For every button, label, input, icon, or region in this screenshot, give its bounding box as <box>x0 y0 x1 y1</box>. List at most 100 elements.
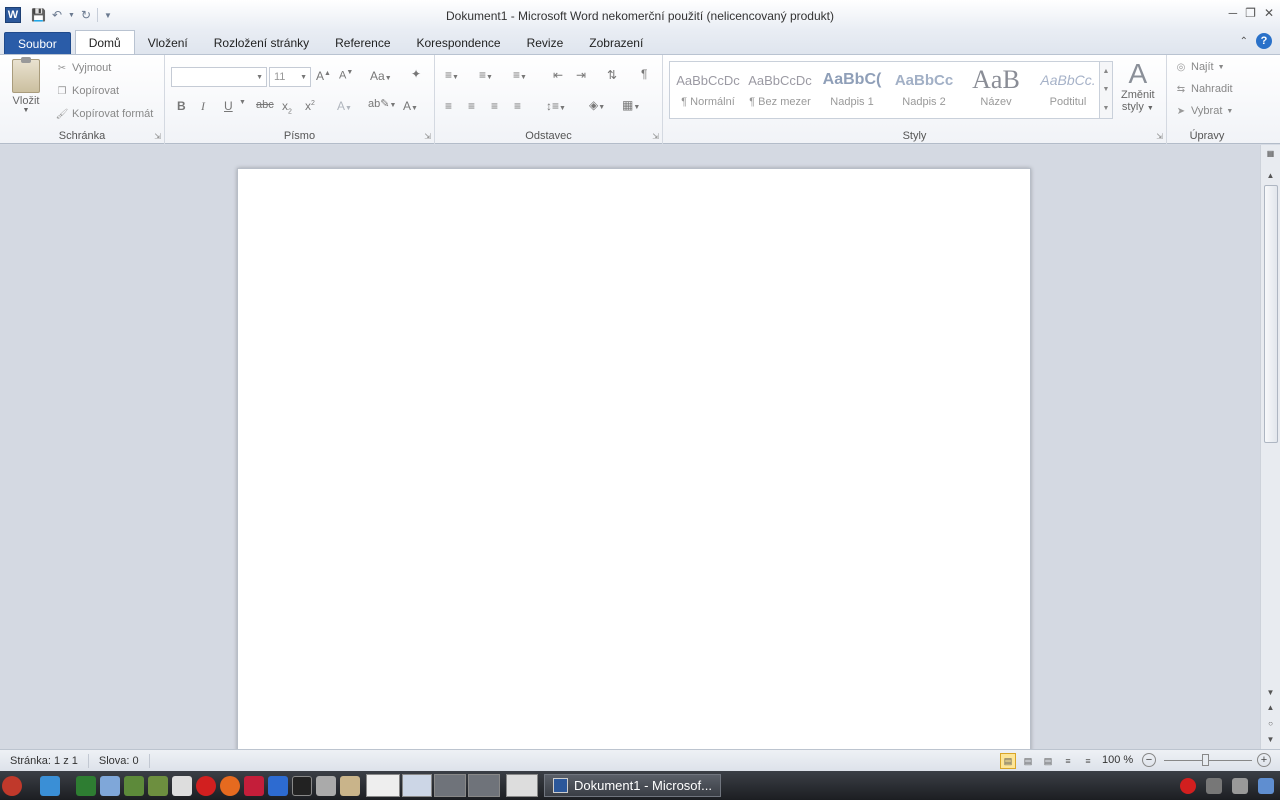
scroll-up-icon[interactable]: ▲ <box>1261 171 1280 180</box>
draft-icon[interactable]: ≡ <box>1080 753 1096 769</box>
tab-page-layout[interactable]: Rozložení stránky <box>201 32 322 54</box>
ruler-toggle-icon[interactable]: ▦ <box>1261 149 1280 158</box>
customize-qat-icon[interactable]: ▼ <box>104 11 112 20</box>
tray-network-icon[interactable] <box>1206 777 1222 794</box>
word-window-button[interactable] <box>402 774 432 797</box>
collapse-ribbon-icon[interactable]: ⌃ <box>1240 36 1248 47</box>
browse-object-icon[interactable]: ○ <box>1261 719 1280 728</box>
outline-icon[interactable]: ≡ <box>1060 753 1076 769</box>
scroll-down-icon[interactable]: ▼ <box>1261 688 1280 697</box>
vertical-scrollbar[interactable]: ▦ ▲ ▼ ▲ ○ ▼ <box>1260 145 1280 749</box>
cut-button[interactable]: ✂ Vyjmout <box>56 62 112 74</box>
style-heading-1[interactable]: AaBbC( Nadpis 1 <box>818 64 886 116</box>
font-launcher-icon[interactable]: ⇲ <box>424 132 431 141</box>
copy-button[interactable]: ❐ Kopírovat <box>56 85 120 97</box>
zoom-out-icon[interactable]: − <box>1142 753 1156 767</box>
scrollbar-thumb[interactable] <box>1264 185 1278 443</box>
tab-insert[interactable]: Vložení <box>135 32 201 54</box>
word-app-icon[interactable]: W <box>5 7 21 23</box>
tab-references[interactable]: Reference <box>322 32 403 54</box>
multilevel-list-icon[interactable]: ≡▼ <box>513 68 527 82</box>
minimize-icon[interactable]: ─ <box>1229 6 1238 20</box>
app-icon[interactable] <box>244 775 264 796</box>
styles-launcher-icon[interactable]: ⇲ <box>1156 132 1163 141</box>
next-page-icon[interactable]: ▼ <box>1261 735 1280 744</box>
text-effects-icon[interactable]: A▼ <box>337 99 352 113</box>
tray-opera-icon[interactable] <box>1180 777 1196 794</box>
style-normal[interactable]: AaBbCcDc ¶ Normální <box>674 64 742 116</box>
grow-font-icon[interactable]: A▲ <box>316 69 331 83</box>
tray-battery-icon[interactable] <box>1232 777 1248 794</box>
opera-icon[interactable] <box>196 775 216 796</box>
clear-formatting-icon[interactable]: ✦ <box>411 67 421 81</box>
replace-button[interactable]: ⇆ Nahradit <box>1175 83 1233 95</box>
chevron-down-icon[interactable]: ▼ <box>1103 86 1110 93</box>
workspace-2-button[interactable] <box>434 774 466 797</box>
bold-icon[interactable]: B <box>177 99 186 113</box>
clipboard-launcher-icon[interactable]: ⇲ <box>154 132 161 141</box>
justify-icon[interactable]: ≡ <box>514 99 521 113</box>
style-heading-2[interactable]: AaBbCc Nadpis 2 <box>890 64 958 116</box>
change-case-icon[interactable]: Aa▼ <box>370 69 392 83</box>
tab-home[interactable]: Domů <box>74 30 135 54</box>
select-button[interactable]: ➤ Vybrat ▼ <box>1175 105 1234 117</box>
document-page[interactable] <box>237 168 1031 749</box>
tab-file[interactable]: Soubor <box>4 32 71 54</box>
style-title[interactable]: AaB Název <box>962 64 1030 116</box>
redo-icon[interactable]: ↻ <box>81 8 91 22</box>
minecraft-server-icon[interactable] <box>148 775 168 796</box>
linux-icon[interactable] <box>172 775 192 796</box>
font-name-combo[interactable]: ▼ <box>171 67 267 87</box>
strikethrough-icon[interactable]: abc <box>256 99 274 111</box>
save-icon[interactable]: 💾 <box>31 8 46 22</box>
chevron-up-icon[interactable]: ▲ <box>1103 68 1110 75</box>
paste-button[interactable]: Vložit ▼ <box>12 57 40 114</box>
tab-mailings[interactable]: Korespondence <box>404 32 514 54</box>
files-icon[interactable] <box>100 775 120 796</box>
styles-gallery-scroll[interactable]: ▲ ▼ ▼ <box>1099 61 1113 119</box>
launcher-icon[interactable] <box>40 775 60 796</box>
increase-indent-icon[interactable]: ⇥ <box>576 68 586 82</box>
find-button[interactable]: ◎ Najít ▼ <box>1175 61 1225 73</box>
paragraph-launcher-icon[interactable]: ⇲ <box>652 132 659 141</box>
taskbar-active-window[interactable]: Dokument1 - Microsof... <box>544 774 721 797</box>
style-no-spacing[interactable]: AaBbCcDc ¶ Bez mezer <box>746 64 814 116</box>
superscript-icon[interactable]: x2 <box>305 99 315 113</box>
highlight-icon[interactable]: ab✎▼ <box>368 97 396 110</box>
tab-view[interactable]: Zobrazení <box>576 32 656 54</box>
firefox-icon[interactable] <box>220 775 240 796</box>
show-formatting-marks-icon[interactable]: ¶ <box>641 67 647 81</box>
change-styles-button[interactable]: A Změnit styly ▼ <box>1121 59 1155 114</box>
align-right-icon[interactable]: ≡ <box>491 99 498 113</box>
web-layout-icon[interactable]: ▤ <box>1040 753 1056 769</box>
subscript-icon[interactable]: x2 <box>282 99 292 115</box>
borders-icon[interactable]: ▦▼ <box>622 98 640 112</box>
format-painter-button[interactable]: 🖌 Kopírovat formát <box>56 108 154 120</box>
underline-dropdown-icon[interactable]: ▼ <box>239 99 246 106</box>
full-screen-reading-icon[interactable]: ▤ <box>1020 753 1036 769</box>
align-left-icon[interactable]: ≡ <box>445 99 452 113</box>
terminal-icon[interactable] <box>292 775 312 796</box>
shading-icon[interactable]: ◈▼ <box>589 98 605 112</box>
numbering-icon[interactable]: ≡▼ <box>479 68 493 82</box>
calculator-icon[interactable] <box>268 775 288 796</box>
font-size-combo[interactable]: 11 ▼ <box>269 67 311 87</box>
zoom-level[interactable]: 100 % <box>1102 754 1133 766</box>
sort-icon[interactable]: ⇅ <box>607 68 617 82</box>
font-color-icon[interactable]: A▼ <box>403 99 418 113</box>
underline-icon[interactable]: U <box>224 99 233 113</box>
close-icon[interactable]: ✕ <box>1264 6 1274 20</box>
bullets-icon[interactable]: ≡▼ <box>445 68 459 82</box>
show-desktop-button[interactable] <box>506 774 538 797</box>
network-icon[interactable] <box>76 775 96 796</box>
start-menu-icon[interactable] <box>2 775 22 796</box>
previous-page-icon[interactable]: ▲ <box>1261 703 1280 712</box>
style-subtitle[interactable]: AaBbCc. Podtitul <box>1034 64 1102 116</box>
more-styles-icon[interactable]: ▼ <box>1103 105 1110 112</box>
zoom-slider-knob[interactable] <box>1202 754 1209 766</box>
line-spacing-icon[interactable]: ↕≡▼ <box>546 99 566 113</box>
tray-monitor-icon[interactable] <box>1258 777 1274 794</box>
undo-icon[interactable]: ↶ <box>52 8 62 22</box>
tab-review[interactable]: Revize <box>514 32 577 54</box>
italic-icon[interactable]: I <box>201 99 205 114</box>
